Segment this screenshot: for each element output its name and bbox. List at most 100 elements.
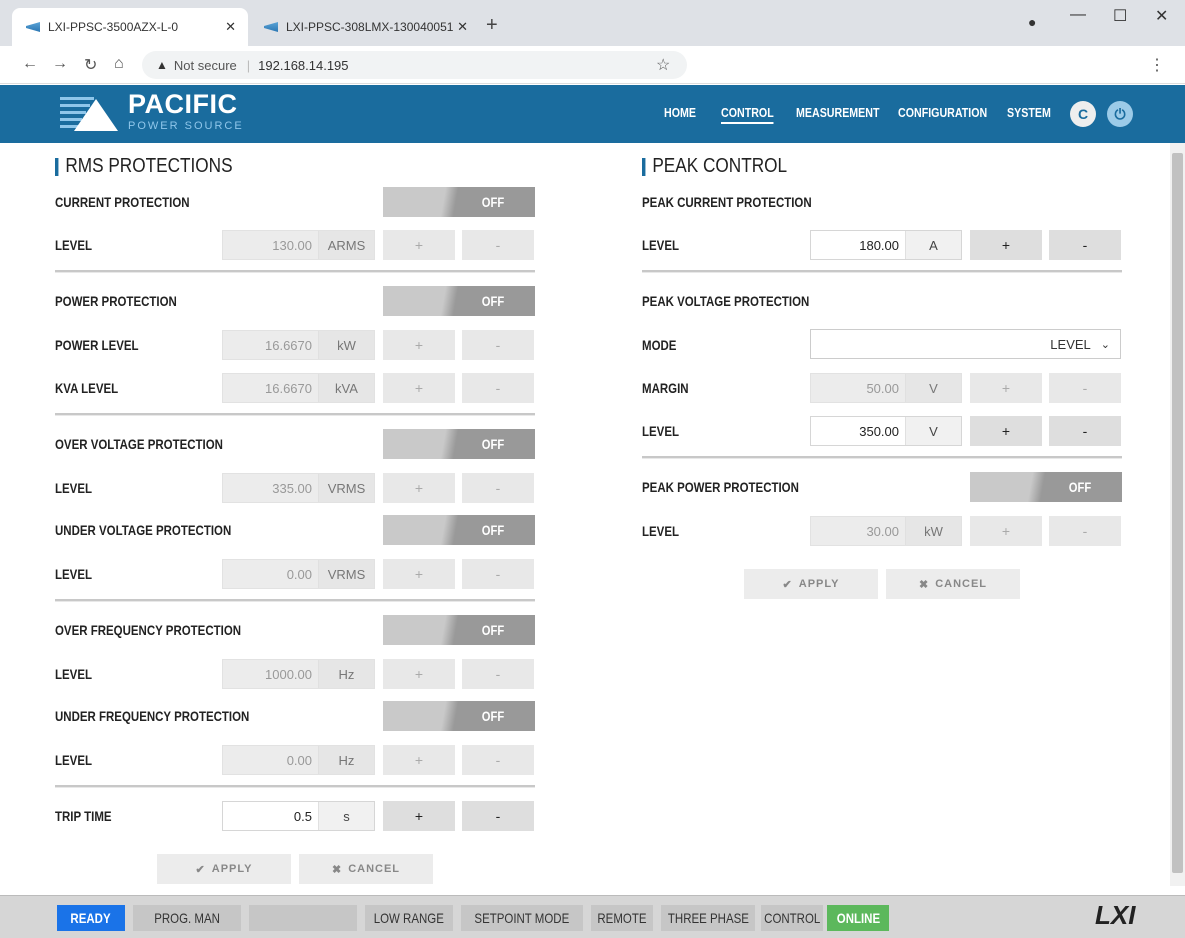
rms-section-title: RMS PROTECTIONS xyxy=(55,155,233,178)
status-phase: THREE PHASE xyxy=(661,905,755,931)
current-minus-button[interactable]: - xyxy=(462,230,534,260)
over-frequency-level-field[interactable]: 1000.00 Hz xyxy=(222,659,375,689)
x-icon: ✖ xyxy=(331,863,343,876)
peak-voltage-minus-button[interactable]: - xyxy=(1049,416,1121,446)
rms-apply-button[interactable]: ✔ APPLY xyxy=(157,854,291,884)
under-voltage-level-field[interactable]: 0.00 VRMS xyxy=(222,559,375,589)
tab-favicon-icon xyxy=(26,22,40,32)
brand-subtitle: POWER SOURCE xyxy=(128,120,244,132)
over-frequency-minus-button[interactable]: - xyxy=(462,659,534,689)
peak-current-level-field[interactable]: 180.00 A xyxy=(810,230,962,260)
close-tab-icon[interactable]: ✕ xyxy=(457,19,468,35)
peak-power-level-field[interactable]: 30.00 kW xyxy=(810,516,962,546)
field-unit: V xyxy=(905,374,961,402)
nav-system[interactable]: SYSTEM xyxy=(1007,105,1051,120)
profile-icon[interactable]: ● xyxy=(1028,14,1036,30)
field-value: 16.6670 xyxy=(265,380,312,396)
browser-menu-icon[interactable]: ⋮ xyxy=(1149,55,1165,75)
power-level-label: POWER LEVEL xyxy=(55,337,139,353)
toggle-state: OFF xyxy=(481,293,505,309)
over-frequency-toggle[interactable]: OFF xyxy=(383,615,535,645)
peak-cancel-button[interactable]: ✖ CANCEL xyxy=(886,569,1020,599)
peak-mode-select[interactable]: LEVEL ⌄ xyxy=(810,329,1121,359)
current-level-field[interactable]: 130.00 ARMS xyxy=(222,230,375,260)
peak-current-minus-button[interactable]: - xyxy=(1049,230,1121,260)
home-icon[interactable]: ⌂ xyxy=(114,55,124,73)
field-value: 180.00 xyxy=(859,237,899,253)
under-voltage-toggle[interactable]: OFF xyxy=(383,515,535,545)
field-value: 350.00 xyxy=(859,423,899,439)
nav-control[interactable]: CONTROL xyxy=(721,105,774,124)
trip-time-field[interactable]: 0.5 s xyxy=(222,801,375,831)
under-voltage-minus-button[interactable]: - xyxy=(462,559,534,589)
divider xyxy=(55,270,535,273)
kva-plus-button[interactable]: + xyxy=(383,373,455,403)
under-frequency-toggle[interactable]: OFF xyxy=(383,701,535,731)
power-plus-button[interactable]: + xyxy=(383,330,455,360)
current-plus-button[interactable]: + xyxy=(383,230,455,260)
peak-current-plus-button[interactable]: + xyxy=(970,230,1042,260)
kva-minus-button[interactable]: - xyxy=(462,373,534,403)
peak-margin-field[interactable]: 50.00 V xyxy=(810,373,962,403)
close-window-icon[interactable]: ✕ xyxy=(1155,6,1168,26)
url-input[interactable]: ▲ Not secure | 192.168.14.195 xyxy=(142,51,687,79)
power-icon[interactable]: ⏻ xyxy=(1107,101,1133,127)
status-empty xyxy=(249,905,357,931)
kva-level-field[interactable]: 16.6670 kVA xyxy=(222,373,375,403)
maximize-icon[interactable]: ☐ xyxy=(1113,6,1127,26)
scrollbar-thumb[interactable] xyxy=(1172,153,1183,873)
under-voltage-plus-button[interactable]: + xyxy=(383,559,455,589)
nav-configuration[interactable]: CONFIGURATION xyxy=(898,105,987,120)
nav-home[interactable]: HOME xyxy=(664,105,696,120)
new-tab-icon[interactable]: + xyxy=(486,14,498,37)
browser-tab-bar: LXI-PPSC-3500AZX-L-0 ✕ LXI-PPSC-308LMX-1… xyxy=(0,0,1185,46)
browser-tab[interactable]: LXI-PPSC-308LMX-130040051 ✕ xyxy=(250,8,480,46)
field-unit: Hz xyxy=(318,660,374,688)
under-frequency-level-field[interactable]: 0.00 Hz xyxy=(222,745,375,775)
over-voltage-minus-button[interactable]: - xyxy=(462,473,534,503)
rms-cancel-button[interactable]: ✖ CANCEL xyxy=(299,854,433,884)
trip-minus-button[interactable]: - xyxy=(462,801,534,831)
trip-plus-button[interactable]: + xyxy=(383,801,455,831)
peak-power-plus-button[interactable]: + xyxy=(970,516,1042,546)
over-voltage-level-field[interactable]: 335.00 VRMS xyxy=(222,473,375,503)
power-level-field[interactable]: 16.6670 kW xyxy=(222,330,375,360)
over-voltage-plus-button[interactable]: + xyxy=(383,473,455,503)
field-value: 1000.00 xyxy=(265,666,312,682)
forward-icon[interactable]: → xyxy=(52,55,68,73)
bookmark-star-icon[interactable]: ☆ xyxy=(656,55,670,75)
peak-voltage-level-field[interactable]: 350.00 V xyxy=(810,416,962,446)
over-voltage-toggle[interactable]: OFF xyxy=(383,429,535,459)
field-unit: ARMS xyxy=(318,231,374,259)
address-bar: ← → ↻ ⌂ ▲ Not secure | 192.168.14.195 ☆ … xyxy=(0,46,1185,84)
status-prog: PROG. MAN xyxy=(133,905,241,931)
current-protection-toggle[interactable]: OFF xyxy=(383,187,535,217)
status-online: ONLINE xyxy=(827,905,889,931)
minimize-icon[interactable]: — xyxy=(1070,6,1086,24)
tab-title: LXI-PPSC-3500AZX-L-0 xyxy=(48,20,179,34)
under-frequency-minus-button[interactable]: - xyxy=(462,745,534,775)
back-icon[interactable]: ← xyxy=(22,55,38,73)
close-tab-icon[interactable]: ✕ xyxy=(225,19,236,35)
field-value: 130.00 xyxy=(272,237,312,253)
title-accent xyxy=(642,157,646,176)
under-frequency-label: UNDER FREQUENCY PROTECTION xyxy=(55,708,250,724)
peak-margin-plus-button[interactable]: + xyxy=(970,373,1042,403)
peak-power-toggle[interactable]: OFF xyxy=(970,472,1122,502)
peak-power-minus-button[interactable]: - xyxy=(1049,516,1121,546)
peak-margin-minus-button[interactable]: - xyxy=(1049,373,1121,403)
url-separator: | xyxy=(246,57,251,73)
reload-icon[interactable]: ↻ xyxy=(84,55,97,75)
power-protection-toggle[interactable]: OFF xyxy=(383,286,535,316)
browser-tab-active[interactable]: LXI-PPSC-3500AZX-L-0 ✕ xyxy=(12,8,248,46)
power-minus-button[interactable]: - xyxy=(462,330,534,360)
under-frequency-plus-button[interactable]: + xyxy=(383,745,455,775)
rms-title-text: RMS PROTECTIONS xyxy=(65,155,233,177)
peak-apply-button[interactable]: ✔ APPLY xyxy=(744,569,878,599)
nav-measurement[interactable]: MEASUREMENT xyxy=(796,105,880,120)
over-frequency-plus-button[interactable]: + xyxy=(383,659,455,689)
peak-voltage-plus-button[interactable]: + xyxy=(970,416,1042,446)
status-ready: READY xyxy=(57,905,125,931)
chevron-down-icon: ⌄ xyxy=(1100,338,1110,351)
refresh-icon[interactable]: C xyxy=(1070,101,1096,127)
